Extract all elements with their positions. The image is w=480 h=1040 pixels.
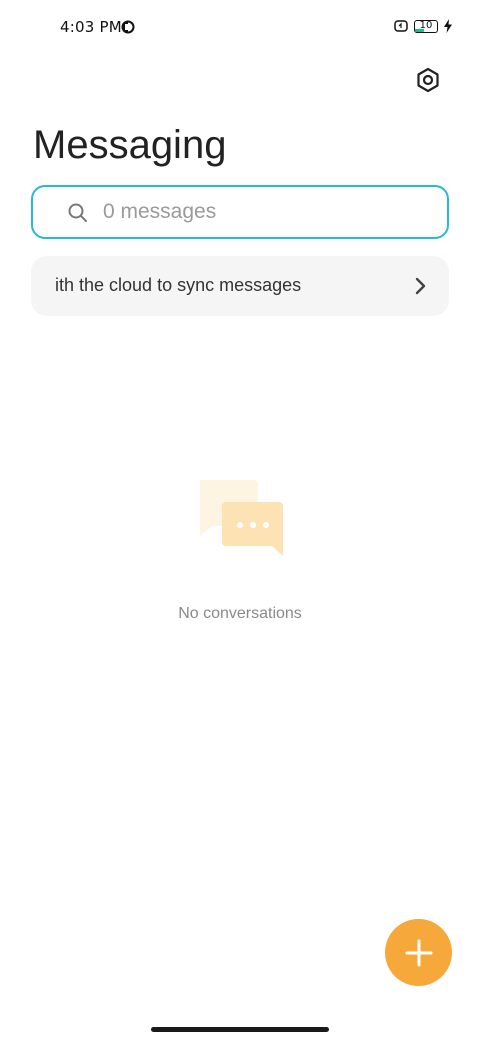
chat-bubbles-icon [200, 480, 283, 556]
search-icon [68, 203, 87, 222]
messaging-screen: 4:03 PM 10 Messaging 0 messages ith the … [0, 0, 480, 1040]
status-bar: 4:03 PM 10 [0, 0, 480, 56]
search-input[interactable] [103, 195, 423, 229]
home-indicator[interactable] [151, 1027, 329, 1032]
battery-level: 10 [419, 20, 433, 31]
search-box[interactable] [31, 185, 449, 239]
settings-icon [417, 67, 439, 93]
sync-banner-text: ith the cloud to sync messages [55, 275, 302, 295]
settings-button[interactable] [410, 62, 446, 98]
plus-icon [405, 939, 432, 966]
status-time: 4:03 PM [60, 18, 122, 36]
bolt-icon [444, 19, 452, 33]
new-message-button[interactable] [385, 919, 452, 986]
cloud-sync-banner[interactable]: ith the cloud to sync messages [31, 256, 449, 316]
page-title: Messaging [33, 123, 227, 167]
app-notification-icon [121, 20, 135, 34]
chevron-right-icon [415, 277, 426, 295]
empty-state-text: No conversations [178, 605, 302, 622]
status-icons: 10 [394, 19, 452, 33]
battery-indicator: 10 [414, 19, 438, 33]
alarm-icon [394, 20, 408, 32]
